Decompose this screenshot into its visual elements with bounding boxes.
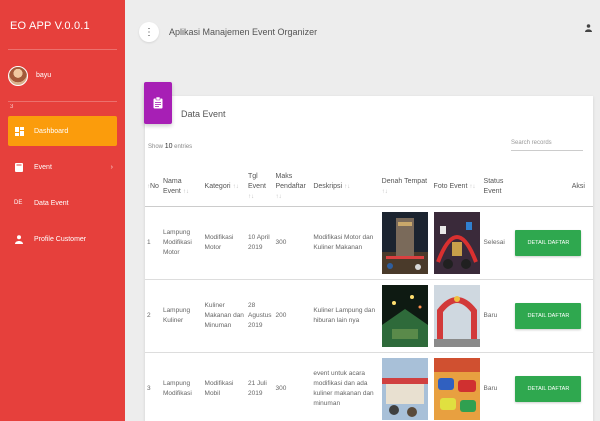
- foto-image: [433, 357, 480, 420]
- cell-no: 1: [145, 206, 161, 280]
- show-label: Show: [148, 144, 164, 150]
- col-header-deskripsi[interactable]: Deskripsi ↑↓: [311, 168, 380, 207]
- search-input[interactable]: Search records: [511, 140, 583, 151]
- table-row: 3 Lampung Modifikasi Modifikasi Mobil 21…: [145, 352, 593, 421]
- detail-daftar-button[interactable]: DETAIL DAFTAR: [515, 229, 582, 256]
- topbar: ⋮ Aplikasi Manajemen Event Organizer: [125, 0, 600, 64]
- sidebar-item-dashboard[interactable]: Dashboard: [8, 116, 117, 146]
- sidebar-item-label: Dashboard: [34, 127, 69, 135]
- entries-count[interactable]: 10: [165, 143, 173, 150]
- cell-maks: 300: [273, 206, 312, 280]
- cell-nama: Lampung Kuliner: [160, 279, 203, 353]
- cell-kategori: Modifikasi Motor: [202, 206, 247, 280]
- cell-nama: Lampung Modifikasi Motor: [160, 206, 203, 280]
- table-row: 2 Lampung Kuliner Kuliner Makanan dan Mi…: [145, 279, 593, 353]
- cell-deskripsi: Kuliner Lampung dan hiburan lain nya: [311, 279, 380, 353]
- sidebar-item-abbr: DE: [14, 200, 23, 206]
- foto-image: [433, 211, 480, 274]
- cell-tgl: 28 Agustus 2019: [246, 279, 274, 353]
- cell-status: Baru: [481, 279, 510, 353]
- cell-foto: [431, 352, 482, 421]
- chevron-right-icon: ›: [110, 163, 113, 171]
- cell-status: Selesai: [481, 206, 510, 280]
- cell-aksi: DETAIL DAFTAR: [509, 206, 593, 280]
- person-icon: [14, 234, 24, 244]
- avatar[interactable]: [8, 65, 28, 86]
- col-header-denah[interactable]: Denah Tempat ↑↓: [379, 168, 432, 207]
- person-icon[interactable]: [585, 24, 592, 34]
- cell-denah: [379, 279, 432, 353]
- table-row: 1 Lampung Modifikasi Motor Modifikasi Mo…: [145, 206, 593, 280]
- cell-nama: Lampung Modifikasi: [160, 352, 203, 421]
- col-header-no[interactable]: ↑No: [145, 168, 161, 207]
- clipboard-icon: [144, 82, 172, 124]
- book-icon: [14, 162, 24, 172]
- cell-aksi: DETAIL DAFTAR: [509, 279, 593, 353]
- cell-tgl: 21 Juli 2019: [246, 352, 274, 421]
- card-title: Data Event: [181, 109, 226, 119]
- cell-aksi: DETAIL DAFTAR: [509, 352, 593, 421]
- cell-deskripsi: Modifikasi Motor dan Kuliner Makanan: [311, 206, 380, 280]
- more-vertical-icon[interactable]: ⋮: [139, 22, 159, 42]
- sidebar-nav: Dashboard Event › DE Data Event Profile …: [0, 116, 125, 254]
- cell-tgl: 10 April 2019: [246, 206, 274, 280]
- col-header-maks[interactable]: Maks Pendaftar ↑↓: [273, 168, 312, 207]
- user-name[interactable]: bayu: [36, 72, 51, 79]
- detail-daftar-button[interactable]: DETAIL DAFTAR: [515, 302, 582, 329]
- cell-status: Baru: [481, 352, 510, 421]
- cell-no: 2: [145, 279, 161, 353]
- cell-kategori: Kuliner Makanan dan Minuman: [202, 279, 247, 353]
- cell-maks: 200: [273, 279, 312, 353]
- cell-maks: 300: [273, 352, 312, 421]
- cell-denah: [379, 352, 432, 421]
- sidebar-item-label: Event: [34, 163, 52, 171]
- foto-image: [433, 284, 480, 347]
- cell-deskripsi: event untuk acara modifikasi dan ada kul…: [311, 352, 380, 421]
- event-table: ↑No Nama Event ↑↓ Kategori ↑↓ Tgl Event …: [145, 168, 593, 421]
- cell-no: 3: [145, 352, 161, 421]
- denah-image: [381, 357, 428, 420]
- cell-foto: [431, 279, 482, 353]
- col-header-foto[interactable]: Foto Event ↑↓: [431, 168, 482, 207]
- dashboard-icon: [14, 126, 24, 136]
- denah-image: [381, 211, 428, 274]
- cell-denah: [379, 206, 432, 280]
- col-header-status[interactable]: Status Event: [481, 168, 510, 207]
- denah-image: [381, 284, 428, 347]
- sidebar-item-label: Profile Customer: [34, 235, 87, 243]
- sidebar-item-data-event[interactable]: DE Data Event: [8, 188, 117, 218]
- app-brand[interactable]: EO APP V.0.0.1: [8, 0, 117, 50]
- col-header-tgl[interactable]: Tgl Event ↑↓: [246, 168, 274, 207]
- sidebar: EO APP V.0.0.1 bayu 3 Dashboard Event › …: [0, 0, 125, 421]
- sidebar-item-event[interactable]: Event ›: [8, 152, 117, 182]
- cell-foto: [431, 206, 482, 280]
- data-event-card: Data Event Show 10 entries Search record…: [144, 82, 593, 421]
- sidebar-item-label: Data Event: [34, 199, 69, 207]
- col-header-kategori[interactable]: Kategori ↑↓: [202, 168, 247, 207]
- detail-daftar-button[interactable]: DETAIL DAFTAR: [515, 375, 582, 402]
- sidebar-mark: 3: [10, 104, 14, 110]
- cell-kategori: Modifikasi Mobil: [202, 352, 247, 421]
- user-panel: bayu: [8, 50, 117, 102]
- col-header-aksi: Aksi: [509, 168, 593, 207]
- page-title: Aplikasi Manajemen Event Organizer: [169, 27, 318, 37]
- col-header-nama[interactable]: Nama Event ↑↓: [160, 168, 203, 207]
- entries-label: entries: [174, 144, 193, 150]
- sidebar-item-profile-customer[interactable]: Profile Customer: [8, 224, 117, 254]
- entries-selector[interactable]: Show 10 entries: [148, 143, 192, 150]
